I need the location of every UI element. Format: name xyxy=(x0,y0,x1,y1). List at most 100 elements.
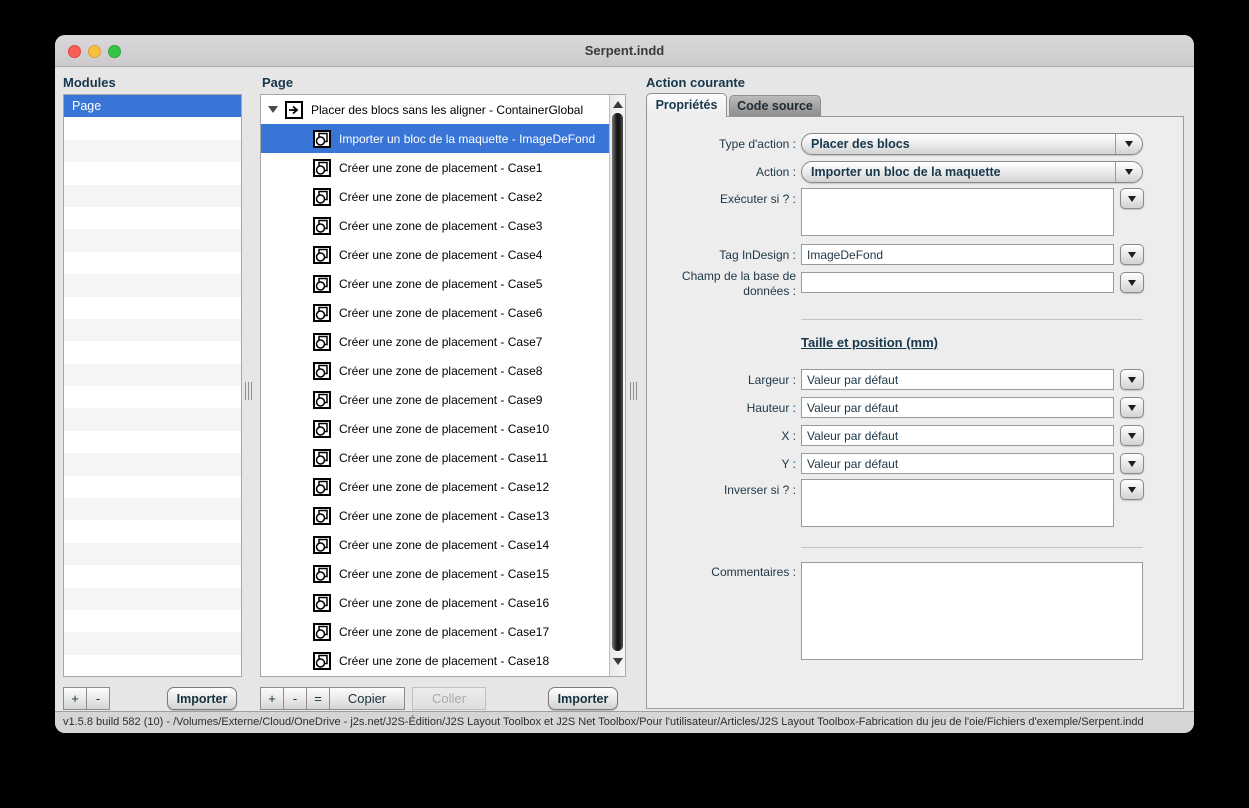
scroll-down-icon[interactable] xyxy=(613,658,623,665)
commentaires-textarea[interactable] xyxy=(801,562,1143,660)
x-input[interactable] xyxy=(801,425,1114,446)
tree-row-label: Créer une zone de placement - Case11 xyxy=(339,451,548,465)
x-dropdown-button[interactable] xyxy=(1120,425,1144,446)
remove-module-button[interactable]: - xyxy=(86,687,110,710)
module-list-empty-row[interactable] xyxy=(64,476,241,498)
tree-row[interactable]: Créer une zone de placement - Case14 xyxy=(261,530,609,559)
champ-bdd-dropdown-button[interactable] xyxy=(1120,272,1144,293)
chevron-down-icon xyxy=(1128,433,1136,439)
action-label: Action : xyxy=(653,165,796,180)
module-list-empty-row[interactable] xyxy=(64,341,241,363)
module-list-empty-row[interactable] xyxy=(64,520,241,542)
tree-row[interactable]: Créer une zone de placement - Case12 xyxy=(261,472,609,501)
tree-row-label: Créer une zone de placement - Case14 xyxy=(339,538,549,552)
module-list-empty-row[interactable] xyxy=(64,274,241,296)
module-list-empty-row[interactable] xyxy=(64,319,241,341)
module-list-empty-row[interactable] xyxy=(64,543,241,565)
module-list-empty-row[interactable] xyxy=(64,431,241,453)
scroll-up-icon[interactable] xyxy=(613,101,623,108)
module-list-item[interactable]: Page xyxy=(64,95,241,117)
tree-row[interactable]: Créer une zone de placement - Case5 xyxy=(261,269,609,298)
tree-row[interactable]: Importer un bloc de la maquette - ImageD… xyxy=(261,124,609,153)
tree-row[interactable]: Créer une zone de placement - Case17 xyxy=(261,617,609,646)
y-dropdown-button[interactable] xyxy=(1120,453,1144,474)
module-list-empty-row[interactable] xyxy=(64,140,241,162)
zoom-window-button[interactable] xyxy=(108,45,121,58)
executer-si-dropdown-button[interactable] xyxy=(1120,188,1144,209)
module-list-empty-row[interactable] xyxy=(64,498,241,520)
module-list-empty-row[interactable] xyxy=(64,297,241,319)
module-list-empty-row[interactable] xyxy=(64,252,241,274)
inverser-si-textarea[interactable] xyxy=(801,479,1114,527)
hauteur-dropdown-button[interactable] xyxy=(1120,397,1144,418)
module-list-empty-row[interactable] xyxy=(64,386,241,408)
placement-zone-action-icon xyxy=(313,449,331,467)
module-list-empty-row[interactable] xyxy=(64,588,241,610)
module-list-empty-row[interactable] xyxy=(64,610,241,632)
executer-si-textarea[interactable] xyxy=(801,188,1114,236)
module-list-empty-row[interactable] xyxy=(64,408,241,430)
tree-row[interactable]: Créer une zone de placement - Case15 xyxy=(261,559,609,588)
tree-row[interactable]: Créer une zone de placement - Case16 xyxy=(261,588,609,617)
largeur-dropdown-button[interactable] xyxy=(1120,369,1144,390)
tree-row[interactable]: Créer une zone de placement - Case13 xyxy=(261,501,609,530)
tree-row-label: Créer une zone de placement - Case8 xyxy=(339,364,542,378)
type-action-select[interactable]: Placer des blocs xyxy=(801,133,1143,155)
tree-row[interactable]: Créer une zone de placement - Case6 xyxy=(261,298,609,327)
tag-indesign-input[interactable] xyxy=(801,244,1114,265)
window-title: Serpent.indd xyxy=(55,35,1194,67)
tree-scrollbar[interactable] xyxy=(609,95,625,676)
minimize-window-button[interactable] xyxy=(88,45,101,58)
tree-scrollbar-thumb[interactable] xyxy=(612,113,623,651)
module-list-empty-row[interactable] xyxy=(64,162,241,184)
placement-zone-action-icon xyxy=(313,420,331,438)
placement-zone-action-icon xyxy=(313,130,331,148)
equal-action-button[interactable]: = xyxy=(306,687,330,710)
tree-row[interactable]: Créer une zone de placement - Case2 xyxy=(261,182,609,211)
inverser-si-dropdown-button[interactable] xyxy=(1120,479,1144,500)
module-list-empty-row[interactable] xyxy=(64,207,241,229)
hauteur-input[interactable] xyxy=(801,397,1114,418)
tree-row[interactable]: Créer une zone de placement - Case9 xyxy=(261,385,609,414)
add-module-button[interactable]: + xyxy=(63,687,87,710)
module-list-empty-row[interactable] xyxy=(64,632,241,654)
tree-row[interactable]: Créer une zone de placement - Case7 xyxy=(261,327,609,356)
splitter-handle[interactable] xyxy=(245,382,253,400)
tree-row-label: Créer une zone de placement - Case6 xyxy=(339,306,542,320)
splitter-handle[interactable] xyxy=(630,382,638,400)
tag-indesign-dropdown-button[interactable] xyxy=(1120,244,1144,265)
module-list-empty-row[interactable] xyxy=(64,565,241,587)
module-list-empty-row[interactable] xyxy=(64,364,241,386)
chevron-down-icon xyxy=(1128,377,1136,383)
tab-proprietes[interactable]: Propriétés xyxy=(646,93,727,117)
copy-button[interactable]: Copier xyxy=(329,687,405,710)
placement-zone-action-icon xyxy=(313,391,331,409)
module-list-empty-row[interactable] xyxy=(64,229,241,251)
add-action-button[interactable]: + xyxy=(260,687,284,710)
import-modules-button[interactable]: Importer xyxy=(167,687,237,710)
tree-row[interactable]: Créer une zone de placement - Case8 xyxy=(261,356,609,385)
tree-row[interactable]: Créer une zone de placement - Case10 xyxy=(261,414,609,443)
module-list-empty-row[interactable] xyxy=(64,185,241,207)
tree-row-container[interactable]: Placer des blocs sans les aligner - Cont… xyxy=(261,95,609,124)
remove-action-button[interactable]: - xyxy=(283,687,307,710)
action-select[interactable]: Importer un bloc de la maquette xyxy=(801,161,1143,183)
tab-code-source[interactable]: Code source xyxy=(729,95,821,116)
close-window-button[interactable] xyxy=(68,45,81,58)
y-input[interactable] xyxy=(801,453,1114,474)
module-list-empty-row[interactable] xyxy=(64,117,241,139)
paste-button[interactable]: Coller xyxy=(412,687,486,710)
tree-row[interactable]: Créer une zone de placement - Case3 xyxy=(261,211,609,240)
tree-row[interactable] xyxy=(261,675,609,676)
module-list-empty-row[interactable] xyxy=(64,453,241,475)
import-actions-button[interactable]: Importer xyxy=(548,687,618,710)
tree-row[interactable]: Créer une zone de placement - Case18 xyxy=(261,646,609,675)
tree-row[interactable]: Créer une zone de placement - Case4 xyxy=(261,240,609,269)
tree-row[interactable]: Créer une zone de placement - Case1 xyxy=(261,153,609,182)
tree-row[interactable]: Créer une zone de placement - Case11 xyxy=(261,443,609,472)
module-list-empty-row[interactable] xyxy=(64,655,241,677)
disclosure-triangle-icon[interactable] xyxy=(268,106,278,113)
largeur-input[interactable] xyxy=(801,369,1114,390)
tree-row-label: Importer un bloc de la maquette - ImageD… xyxy=(339,132,595,146)
champ-bdd-input[interactable] xyxy=(801,272,1114,293)
